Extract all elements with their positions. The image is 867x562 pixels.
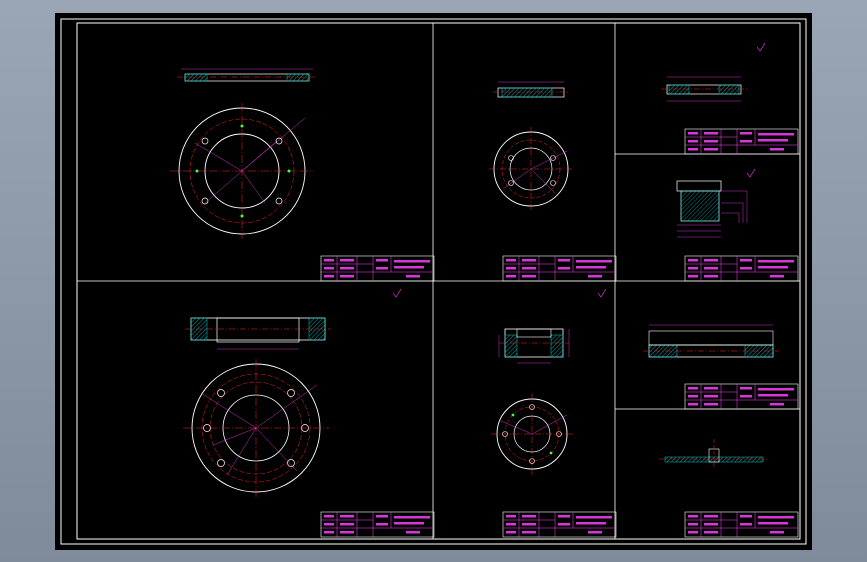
cad-viewport[interactable] — [55, 13, 812, 550]
title-block — [684, 383, 799, 410]
outer-border — [60, 18, 807, 545]
title-blocks — [320, 128, 799, 538]
part-plate-c — [661, 76, 747, 102]
part-flange-f — [491, 328, 573, 475]
part-flange-b — [489, 81, 573, 211]
part-flange-e — [183, 317, 331, 497]
title-block — [502, 255, 617, 282]
title-block — [320, 511, 435, 538]
part-strip-h — [659, 439, 769, 469]
part-stepped-d — [676, 180, 748, 238]
part-flange-a — [170, 68, 317, 239]
roughness-marks — [392, 42, 766, 298]
title-block — [684, 255, 799, 282]
drawing-sheet — [60, 18, 807, 545]
part-plate-g — [643, 324, 779, 358]
title-block — [320, 255, 435, 282]
title-block — [502, 511, 617, 538]
title-block — [684, 511, 799, 538]
title-block — [684, 128, 799, 155]
